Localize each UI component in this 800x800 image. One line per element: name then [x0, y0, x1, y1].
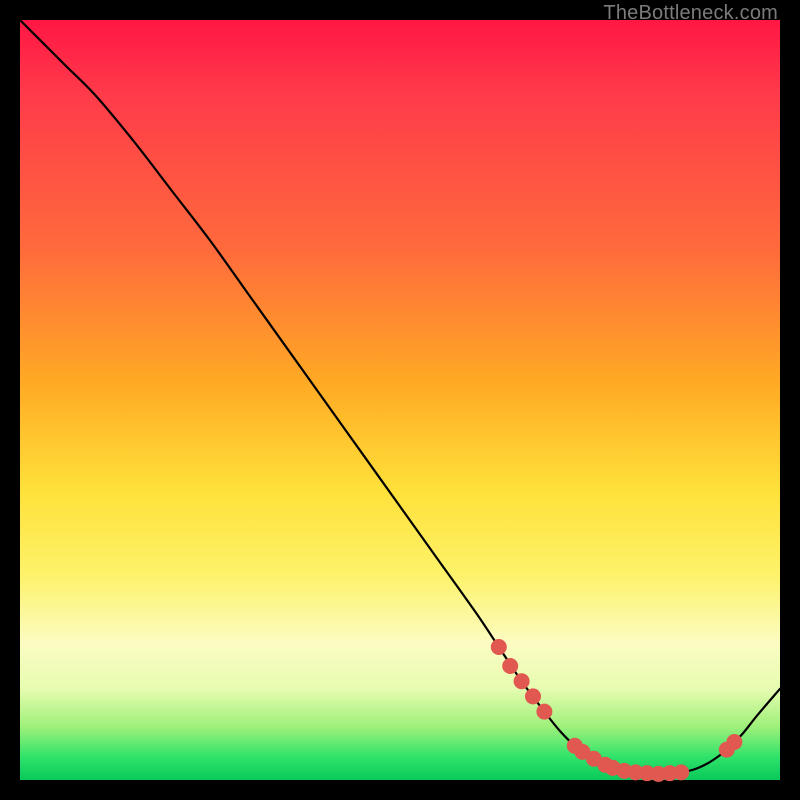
- sample-dot: [491, 640, 506, 655]
- bottleneck-curve: [20, 20, 780, 774]
- watermark-text: TheBottleneck.com: [603, 2, 778, 25]
- chart-frame: TheBottleneck.com: [0, 0, 800, 800]
- sample-dot: [674, 765, 689, 780]
- curve-layer: [20, 20, 780, 780]
- sample-dots-group: [491, 640, 742, 782]
- sample-dot: [727, 735, 742, 750]
- sample-dot: [537, 704, 552, 719]
- plot-area: [20, 20, 780, 780]
- sample-dot: [526, 689, 541, 704]
- sample-dot: [514, 674, 529, 689]
- sample-dot: [503, 659, 518, 674]
